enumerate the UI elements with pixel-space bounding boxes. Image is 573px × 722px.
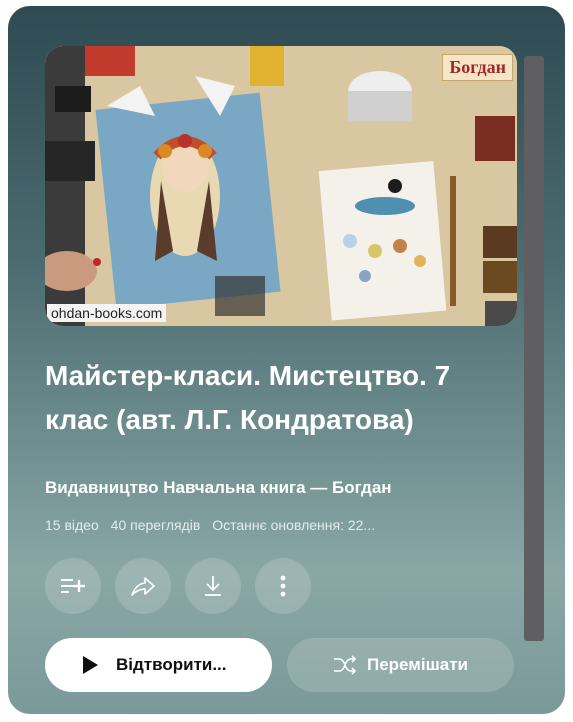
add-to-queue-icon — [61, 579, 85, 593]
playlist-title: Майстер-класи. Мистецтво. 7 клас (авт. Л… — [45, 360, 451, 435]
play-icon — [83, 656, 98, 674]
playlist-thumbnail[interactable]: Богдан ohdan-books.com — [45, 46, 517, 326]
view-count: 40 переглядів — [110, 517, 201, 533]
last-updated: Останнє оновлення: 22... — [212, 517, 376, 533]
download-icon — [205, 576, 221, 596]
share-button[interactable] — [115, 558, 171, 614]
download-button[interactable] — [185, 558, 241, 614]
publisher-logo: Богдан — [442, 54, 513, 81]
playlist-meta: 15 відео 40 переглядів Останнє оновлення… — [45, 517, 383, 533]
play-all-button[interactable]: Відтворити... — [45, 638, 272, 692]
shuffle-label: Перемішати — [367, 655, 468, 674]
shuffle-icon — [333, 655, 357, 675]
shuffle-button[interactable]: Перемішати — [287, 638, 514, 692]
video-count: 15 відео — [45, 517, 99, 533]
scrollbar[interactable] — [524, 56, 544, 641]
playlist-header-card: Богдан ohdan-books.com Майстер-класи. Ми… — [8, 6, 565, 714]
more-vert-icon — [280, 575, 286, 597]
play-all-label: Відтворити... — [116, 655, 227, 674]
thumbnail-artwork — [45, 46, 517, 326]
more-actions-button[interactable] — [255, 558, 311, 614]
add-to-queue-button[interactable] — [45, 558, 101, 614]
channel-name-link[interactable]: Видавництво Навчальна книга — Богдан — [45, 478, 392, 498]
share-icon — [131, 577, 155, 596]
thumbnail-watermark: ohdan-books.com — [47, 304, 167, 322]
